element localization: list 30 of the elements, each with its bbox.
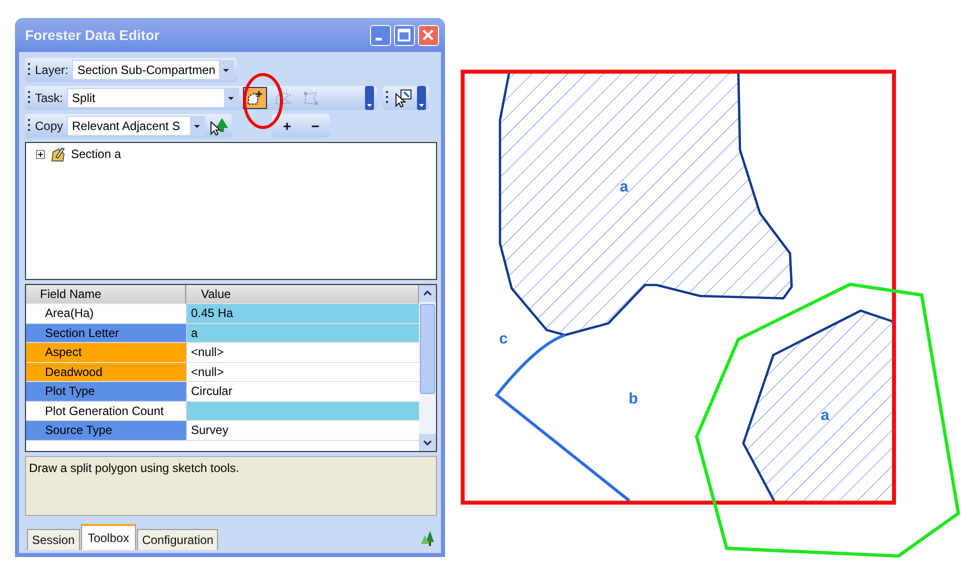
field-name-cell: Source Type — [26, 421, 186, 440]
copy-label: Copy — [35, 119, 64, 133]
map-label: c — [499, 330, 508, 348]
layer-label: Layer: — [35, 63, 68, 77]
value-cell[interactable]: <null> — [186, 343, 419, 362]
map-label: b — [628, 390, 638, 408]
field-name-cell: Section Letter — [26, 324, 186, 343]
value-cell[interactable]: Circular — [186, 382, 419, 402]
tab[interactable]: Session — [27, 529, 80, 550]
description-text: Draw a split polygon using sketch tools. — [29, 461, 240, 475]
task-dropdown[interactable]: Split — [67, 88, 240, 108]
value-cell[interactable]: Survey — [186, 421, 419, 440]
copy-dropdown[interactable]: Relevant Adjacent S — [67, 116, 206, 136]
tab[interactable]: Toolbox — [80, 524, 136, 550]
field-name-cell: Deadwood — [26, 362, 186, 382]
value-cell[interactable]: a — [186, 324, 419, 343]
layer-dropdown[interactable]: Section Sub-Compartmen — [72, 60, 234, 80]
field-name-cell: Aspect — [26, 343, 186, 362]
window-title: Forester Data Editor — [25, 27, 161, 43]
field-name-cell: Plot Type — [26, 382, 186, 402]
tree-item[interactable]: Section a — [71, 147, 122, 161]
toolbar-button[interactable]: − — [303, 118, 328, 134]
map-label: a — [620, 178, 628, 196]
task-label: Task: — [35, 91, 64, 105]
field-name-cell: Plot Generation Count — [26, 402, 186, 421]
toolbar-button[interactable]: + — [275, 118, 300, 134]
map-label: a — [820, 407, 830, 424]
value-cell[interactable]: 0.45 Ha — [186, 304, 419, 324]
value-cell[interactable]: <null> — [186, 362, 419, 382]
tab[interactable]: Configuration — [137, 529, 218, 550]
